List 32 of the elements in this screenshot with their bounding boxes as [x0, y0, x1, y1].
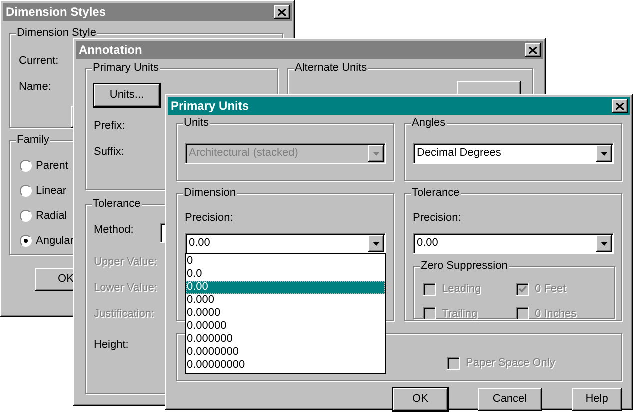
radio-label: Angular [36, 234, 74, 249]
checkbox-label: 0 Inches [535, 306, 577, 322]
window-title: Annotation [79, 42, 142, 59]
field-label: Name: [19, 80, 52, 94]
checkbox-label: Trailing [442, 306, 478, 322]
checkbox-label: Paper Space Only [466, 356, 556, 371]
window-title: Dimension Styles [6, 4, 106, 21]
checkbox-label: 0 Feet [535, 282, 566, 297]
field-label: Suffix: [94, 145, 124, 159]
dropdown-value: 0.00 [189, 236, 210, 252]
dropdown-value: 0.00 [417, 236, 438, 252]
radio-label: Linear [36, 184, 67, 199]
group-label: Family [16, 133, 50, 147]
radio-label: Radial [36, 208, 68, 224]
group-label: Primary Units [92, 61, 160, 75]
checkbox-label: Leading [442, 282, 482, 297]
field-label: Height: [94, 338, 129, 352]
field-label: Lower Value: [94, 281, 158, 295]
field-label: Current: [19, 54, 59, 68]
field-label: Prefix: [94, 119, 126, 133]
window-title: Primary Units [171, 98, 250, 115]
dropdown-value: Decimal Degrees [417, 146, 502, 162]
group-label: Dimension Style [16, 26, 98, 40]
dropdown-value: Architectural (stacked) [189, 146, 298, 162]
field-label: Justification: [94, 307, 155, 321]
group-label: Zero Suppression [420, 259, 509, 273]
field-label: Precision: [185, 211, 234, 225]
group-label: Angles [411, 116, 447, 130]
radio-label: Parent [36, 158, 68, 174]
field-label: Precision: [413, 211, 462, 225]
field-label: Method: [94, 223, 134, 237]
field-label: Upper Value: [94, 255, 158, 269]
